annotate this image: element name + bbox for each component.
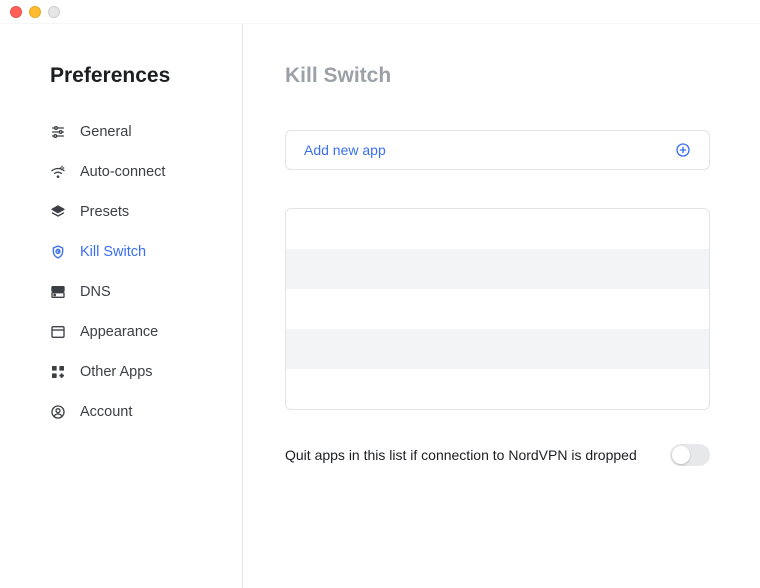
sidebar-item-auto-connect[interactable]: Auto-connect: [0, 152, 242, 192]
list-row: [286, 249, 709, 289]
sidebar-item-label: Other Apps: [80, 364, 153, 380]
user-circle-icon: [50, 404, 66, 420]
sidebar-item-account[interactable]: Account: [0, 392, 242, 432]
sidebar-item-other-apps[interactable]: Other Apps: [0, 352, 242, 392]
sidebar-item-general[interactable]: General: [0, 112, 242, 152]
list-row: [286, 369, 709, 409]
sidebar-item-label: Appearance: [80, 324, 158, 340]
sidebar-item-label: Account: [80, 404, 132, 420]
preferences-window: Preferences General Auto-connect: [0, 0, 760, 588]
plus-circle-icon: [675, 142, 691, 158]
wifi-spark-icon: [50, 164, 66, 180]
sliders-icon: [50, 124, 66, 140]
add-new-app-button[interactable]: Add new app: [285, 130, 710, 170]
list-row: [286, 329, 709, 369]
apps-grid-icon: [50, 364, 66, 380]
sidebar-item-label: Presets: [80, 204, 129, 220]
quit-apps-setting-row: Quit apps in this list if connection to …: [285, 444, 710, 466]
sidebar-item-presets[interactable]: Presets: [0, 192, 242, 232]
sidebar-nav: General Auto-connect Presets: [0, 112, 242, 432]
sidebar: Preferences General Auto-connect: [0, 24, 243, 588]
add-new-app-label: Add new app: [304, 142, 386, 158]
layers-icon: [50, 204, 66, 220]
window-icon: [50, 324, 66, 340]
sidebar-title: Preferences: [0, 64, 242, 112]
sidebar-item-dns[interactable]: DNS: [0, 272, 242, 312]
quit-apps-label: Quit apps in this list if connection to …: [285, 447, 637, 463]
sidebar-item-kill-switch[interactable]: Kill Switch: [0, 232, 242, 272]
sidebar-item-label: Auto-connect: [80, 164, 165, 180]
maximize-window-button: [48, 6, 60, 18]
sidebar-item-label: General: [80, 124, 132, 140]
quit-apps-toggle[interactable]: [670, 444, 710, 466]
sidebar-item-appearance[interactable]: Appearance: [0, 312, 242, 352]
toggle-knob: [672, 446, 690, 464]
kill-switch-app-list: [285, 208, 710, 410]
minimize-window-button[interactable]: [29, 6, 41, 18]
list-row: [286, 289, 709, 329]
close-window-button[interactable]: [10, 6, 22, 18]
list-row: [286, 209, 709, 249]
titlebar: [0, 0, 760, 24]
shield-clock-icon: [50, 244, 66, 260]
sidebar-item-label: Kill Switch: [80, 244, 146, 260]
main-panel: Kill Switch Add new app Quit apps in thi…: [243, 24, 760, 588]
page-title: Kill Switch: [285, 64, 710, 88]
sidebar-item-label: DNS: [80, 284, 111, 300]
server-icon: [50, 284, 66, 300]
